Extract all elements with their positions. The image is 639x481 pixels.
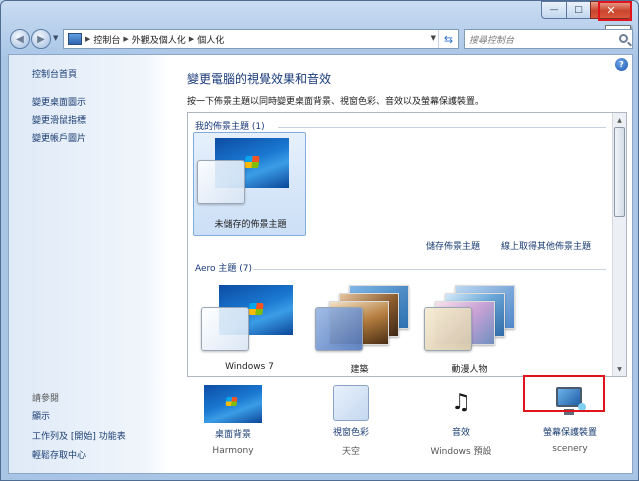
breadcrumb-separator-icon[interactable]: ▶	[189, 35, 194, 43]
sidebar-link-mouse-pointers[interactable]: 變更滑鼠指標	[32, 113, 86, 126]
theme-list-scrollbar[interactable]: ▲ ▼	[612, 113, 626, 376]
sounds-button[interactable]: ♫ 音效 Windows 預設	[411, 385, 511, 457]
sidebar-link-taskbar[interactable]: 工作列及 [開始] 功能表	[32, 429, 126, 442]
window-color-swatch	[197, 160, 245, 204]
aero-themes-heading: Aero 主題 (7)	[195, 264, 253, 274]
sidebar-link-ease-of-access[interactable]: 輕鬆存取中心	[32, 448, 86, 461]
sidebar-link-account-picture[interactable]: 變更帳戶圖片	[32, 131, 86, 144]
personalization-window: — □ ✕ 關閉 ◀ ▶ ▼ ▶ 控制台 ▶ 外觀及個人化 ▶ 個人化 ▼ ⇆ …	[0, 0, 639, 481]
window-color-swatch	[424, 307, 472, 351]
desktop-background-value: Harmony	[212, 446, 254, 456]
breadcrumb-separator-icon[interactable]: ▶	[123, 35, 128, 43]
search-input[interactable]: 搜尋控制台	[464, 29, 633, 49]
sounds-label: 音效	[451, 428, 470, 438]
search-icon[interactable]	[619, 34, 628, 43]
sounds-icon: ♫	[451, 390, 471, 415]
screensaver-highlight	[523, 375, 605, 412]
window-color-button[interactable]: 視窗色彩 天空	[301, 385, 401, 457]
breadcrumb-control-panel[interactable]: 控制台	[93, 33, 120, 46]
sidebar-link-display[interactable]: 顯示	[32, 409, 50, 422]
close-button-highlight	[598, 1, 632, 21]
refresh-icon[interactable]: ⇆	[438, 30, 458, 48]
theme-label: 建築	[350, 365, 369, 375]
breadcrumb-personalization[interactable]: 個人化	[197, 33, 224, 46]
screensaver-value: scenery	[552, 444, 588, 454]
maximize-button[interactable]: □	[566, 1, 590, 19]
sounds-value: Windows 預設	[430, 447, 492, 457]
forward-arrow-icon[interactable]: ▶	[31, 29, 51, 49]
window-color-value: 天空	[341, 447, 360, 457]
windows-logo-icon	[225, 397, 238, 406]
theme-label: 未儲存的佈景主題	[214, 220, 287, 230]
back-arrow-icon[interactable]: ◀	[10, 29, 30, 49]
windows-logo-icon	[248, 303, 264, 315]
see-also-heading: 請參閱	[32, 394, 60, 404]
address-bar[interactable]: ▶ 控制台 ▶ 外觀及個人化 ▶ 個人化 ▼ ⇆	[63, 29, 459, 49]
windows-logo-icon	[244, 156, 260, 168]
sidebar: 控制台首頁 變更桌面圖示 變更滑鼠指標 變更帳戶圖片 請參閱 顯示 工作列及 […	[9, 55, 169, 473]
my-themes-heading: 我的佈景主題 (1)	[195, 122, 265, 132]
breadcrumb-appearance[interactable]: 外觀及個人化	[132, 33, 186, 46]
scroll-down-icon[interactable]: ▼	[613, 362, 626, 376]
theme-unsaved[interactable]: 未儲存的佈景主題	[193, 132, 306, 236]
scroll-up-icon[interactable]: ▲	[613, 113, 626, 127]
desktop-background-button[interactable]: 桌面背景 Harmony	[183, 385, 283, 456]
scroll-thumb[interactable]	[614, 127, 625, 217]
screensaver-label: 螢幕保護裝置	[542, 428, 597, 438]
group-divider	[278, 127, 606, 128]
search-placeholder: 搜尋控制台	[469, 35, 515, 46]
save-theme-link[interactable]: 儲存佈景主題	[426, 239, 480, 252]
recent-pages-chevron-icon[interactable]: ▼	[53, 34, 58, 42]
desktop-background-icon	[204, 385, 262, 423]
minimize-button[interactable]: —	[541, 1, 566, 19]
window-color-label: 視窗色彩	[332, 428, 369, 438]
sidebar-link-control-panel-home[interactable]: 控制台首頁	[32, 67, 77, 80]
sidebar-link-desktop-icons[interactable]: 變更桌面圖示	[32, 95, 86, 108]
window-color-swatch	[315, 307, 363, 351]
window-color-swatch	[201, 307, 249, 351]
theme-list[interactable]: 我的佈景主題 (1) 未儲存的佈景主題 儲存佈景主題 線上取得其他佈景主題 Ae…	[187, 112, 627, 377]
page-title: 變更電腦的視覺效果和音效	[187, 72, 332, 86]
page-description: 按一下佈景主題以同時變更桌面背景、視窗色彩、音效以及螢幕保護裝置。	[187, 97, 485, 107]
help-icon[interactable]: ?	[615, 58, 628, 71]
get-more-themes-link[interactable]: 線上取得其他佈景主題	[501, 239, 591, 252]
address-dropdown-chevron-icon[interactable]: ▼	[431, 34, 436, 42]
theme-label: 動漫人物	[451, 365, 488, 375]
window-color-icon	[333, 385, 369, 421]
desktop-background-label: 桌面背景	[214, 430, 251, 440]
breadcrumb-separator-icon[interactable]: ▶	[85, 35, 90, 43]
theme-label: Windows 7	[225, 362, 274, 372]
group-divider	[253, 269, 606, 270]
control-panel-icon	[68, 33, 82, 45]
